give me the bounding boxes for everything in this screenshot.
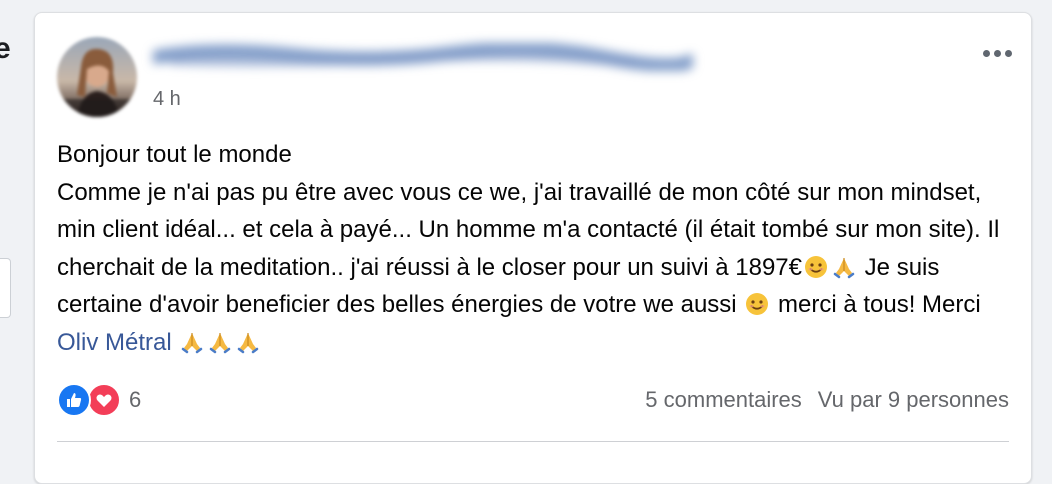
folded-hands-icon xyxy=(238,332,259,354)
avatar[interactable] xyxy=(57,37,137,117)
folded-hands-icon xyxy=(833,257,855,279)
divider xyxy=(57,441,1009,442)
more-options-button[interactable] xyxy=(977,39,1017,67)
folded-hands-icon xyxy=(182,332,203,354)
like-icon xyxy=(57,383,91,417)
more-dot-icon xyxy=(982,49,990,57)
post-card: 4 h Bonjour tout le monde Comme je n'ai … xyxy=(34,12,1032,484)
mention-link[interactable]: Oliv Métral xyxy=(57,329,172,356)
post-text: Bonjour tout le monde Comme je n'ai pas … xyxy=(57,136,1007,362)
post-paragraph: Comme je n'ai pas pu être avec vous ce w… xyxy=(57,174,1007,362)
cropped-sidebar-box xyxy=(0,258,11,318)
comments-count-link[interactable]: 5 commentaires xyxy=(645,387,802,413)
smiling-face-icon xyxy=(746,293,769,316)
love-icon xyxy=(87,383,121,417)
post-stats: 5 commentaires Vu par 9 personnes xyxy=(645,387,1009,413)
smiling-face-icon xyxy=(805,255,827,278)
seen-by-link[interactable]: Vu par 9 personnes xyxy=(818,387,1009,413)
folded-hands-icon xyxy=(210,332,231,354)
post-text-thanks: merci à tous! Merci xyxy=(777,291,981,319)
author-name-redacted[interactable] xyxy=(148,41,698,73)
reaction-count[interactable]: 6 xyxy=(129,387,141,413)
cropped-heading-letter: e xyxy=(0,32,11,65)
reactions-summary[interactable]: 6 xyxy=(57,383,141,417)
post-timestamp[interactable]: 4 h xyxy=(153,88,181,111)
more-dot-icon xyxy=(993,49,1001,57)
more-dot-icon xyxy=(1004,49,1012,57)
post-text-main: Comme je n'ai pas pu être avec vous ce w… xyxy=(57,178,1000,281)
post-line-greeting: Bonjour tout le monde xyxy=(57,141,292,168)
